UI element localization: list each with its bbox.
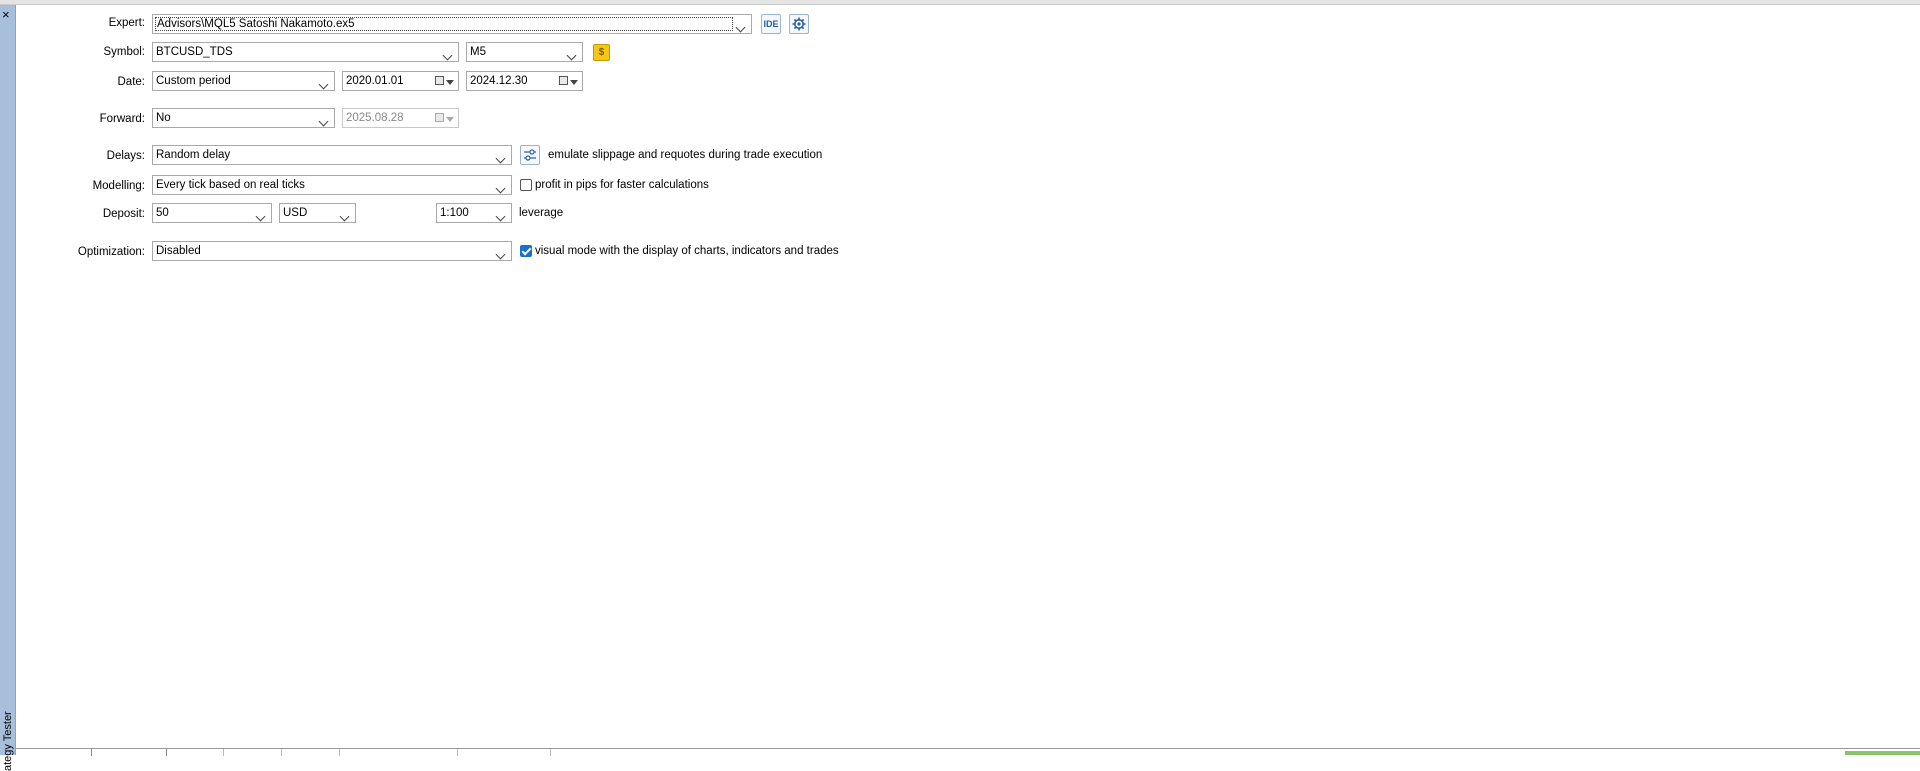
chevron-down-icon	[255, 211, 266, 222]
timeframe-select[interactable]: M5	[466, 42, 583, 62]
modelling-value: Every tick based on real ticks	[156, 179, 305, 191]
chevron-down-icon	[495, 183, 506, 194]
chevron-down-icon	[495, 153, 506, 164]
optimization-value: Disabled	[156, 245, 201, 257]
deposit-amount-select[interactable]: 50	[152, 203, 272, 223]
date-period-select[interactable]: Custom period	[152, 71, 335, 91]
date-to-value: 2024.12.30	[470, 75, 528, 87]
leverage-value: 1:100	[440, 207, 469, 219]
settings-button[interactable]	[789, 14, 809, 34]
calendar-icon	[435, 113, 444, 122]
chevron-down-icon	[339, 211, 350, 222]
date-label: Date:	[117, 76, 146, 88]
top-border	[0, 0, 1920, 5]
delays-note: emulate slippage and requotes during tra…	[548, 149, 823, 161]
chevron-down-icon	[495, 211, 506, 222]
leverage-label: leverage	[519, 207, 564, 219]
chevron-down-icon	[442, 50, 453, 61]
delays-settings-button[interactable]	[520, 145, 540, 165]
gear-icon	[792, 17, 806, 31]
chevron-down-icon	[318, 79, 329, 90]
expert-value: Advisors\MQL5 Satoshi Nakamoto.ex5	[157, 18, 355, 30]
visual-mode-checkbox[interactable]	[520, 245, 532, 257]
expert-select[interactable]: Advisors\MQL5 Satoshi Nakamoto.ex5	[152, 14, 752, 34]
modelling-select[interactable]: Every tick based on real ticks	[152, 175, 512, 195]
delays-value: Random delay	[156, 149, 231, 161]
leverage-select[interactable]: 1:100	[436, 203, 512, 223]
date-from-picker[interactable]: 2020.01.01	[342, 71, 459, 91]
deposit-currency-select[interactable]: USD	[279, 203, 356, 223]
modelling-label: Modelling:	[92, 180, 145, 192]
chevron-down-icon	[318, 116, 329, 127]
ide-button[interactable]: IDE	[761, 14, 781, 34]
optimization-label: Optimization:	[77, 246, 145, 258]
chevron-down-icon	[566, 50, 577, 61]
delays-select[interactable]: Random delay	[152, 145, 512, 165]
date-period-value: Custom period	[156, 75, 231, 87]
status-progress-bar	[1845, 751, 1920, 755]
deposit-currency-value: USD	[283, 207, 308, 219]
calendar-icon	[435, 76, 444, 85]
forward-label: Forward:	[99, 113, 145, 125]
date-to-picker[interactable]: 2024.12.30	[466, 71, 583, 91]
chevron-down-icon	[735, 22, 746, 33]
dropdown-arrow-icon	[446, 80, 454, 85]
symbol-value: BTCUSD_TDS	[156, 46, 233, 58]
symbol-properties-button[interactable]: $	[593, 44, 610, 61]
calendar-icon	[559, 76, 568, 85]
forward-date-picker: 2025.08.28	[342, 108, 459, 128]
profit-in-pips-checkbox[interactable]	[520, 179, 532, 191]
forward-value: No	[156, 112, 171, 124]
forward-date-value: 2025.08.28	[346, 112, 404, 124]
optimization-select[interactable]: Disabled	[152, 241, 512, 261]
chevron-down-icon	[495, 249, 506, 260]
date-from-value: 2020.01.01	[346, 75, 404, 87]
profit-in-pips-label: profit in pips for faster calculations	[535, 179, 709, 191]
forward-select[interactable]: No	[152, 108, 335, 128]
delays-label: Delays:	[106, 150, 145, 162]
sidebar-title: ategy Tester	[2, 711, 14, 771]
symbol-select[interactable]: BTCUSD_TDS	[152, 42, 459, 62]
deposit-amount-value: 50	[156, 207, 169, 219]
sliders-icon	[524, 149, 536, 161]
dropdown-arrow-icon	[446, 117, 454, 122]
deposit-label: Deposit:	[102, 208, 145, 220]
dropdown-arrow-icon	[570, 80, 578, 85]
symbol-label: Symbol:	[103, 46, 145, 58]
visual-mode-label: visual mode with the display of charts, …	[535, 245, 839, 257]
timeframe-value: M5	[470, 46, 486, 58]
expert-label: Expert:	[108, 17, 145, 29]
